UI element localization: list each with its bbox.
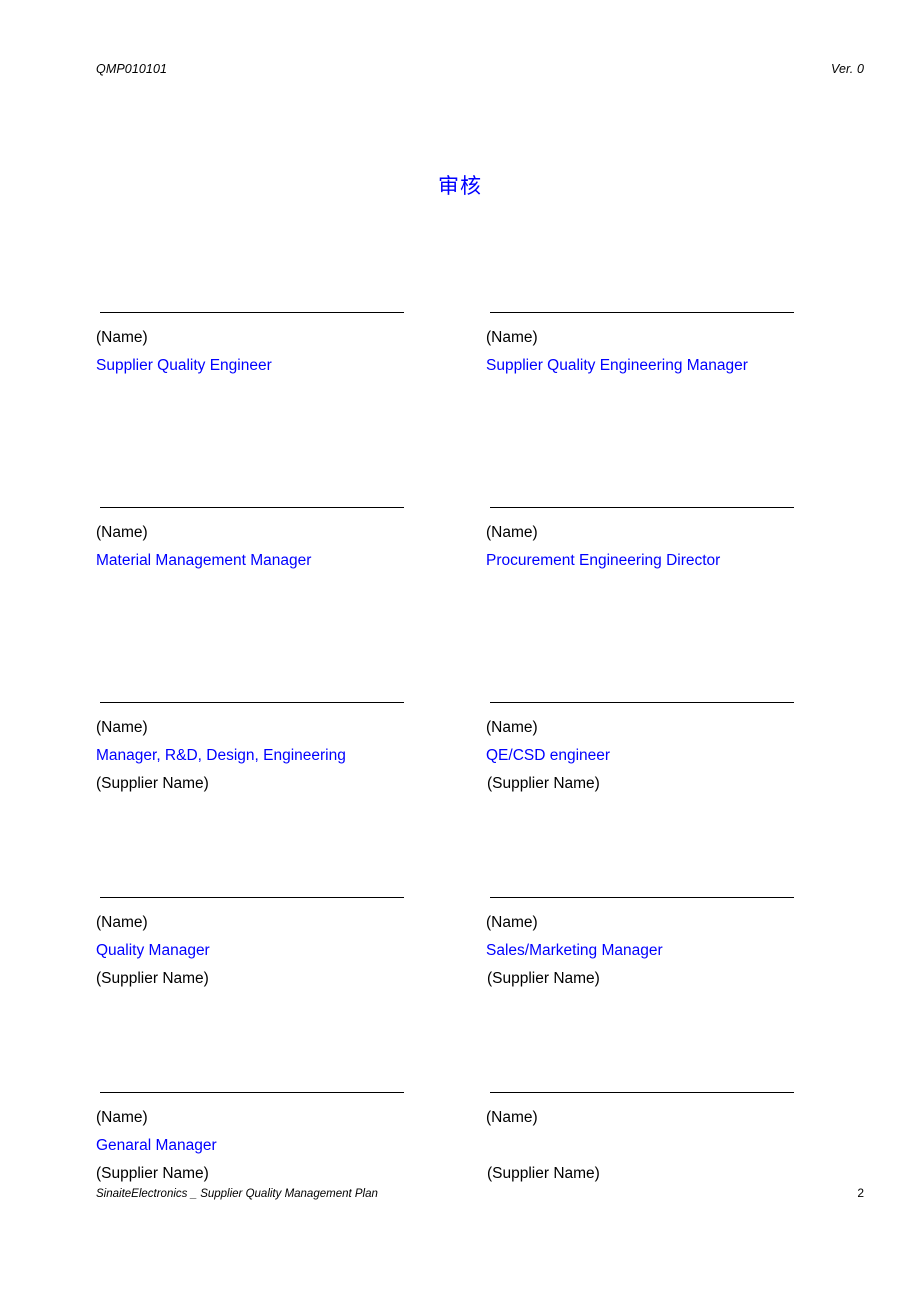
signature-line — [490, 1092, 794, 1093]
document-header: QMP010101 Ver. 0 — [96, 62, 864, 76]
signature-supplier-label: (Supplier Name) — [96, 775, 209, 792]
document-version: Ver. 0 — [830, 62, 864, 76]
signature-role-label: Material Management Manager — [96, 552, 312, 569]
signature-role-label: Genaral Manager — [96, 1137, 217, 1154]
signature-line — [100, 312, 404, 313]
signature-line — [490, 312, 794, 313]
signature-name-label: (Name) — [486, 1109, 538, 1126]
signature-name-label: (Name) — [96, 1109, 148, 1126]
signature-role-label: Quality Manager — [96, 942, 210, 959]
document-footer: SinaiteElectronics _ Supplier Quality Ma… — [96, 1186, 864, 1200]
signature-name-label: (Name) — [486, 719, 538, 736]
signature-role-label: Supplier Quality Engineer — [96, 357, 272, 374]
signature-supplier-label: (Supplier Name) — [487, 970, 600, 987]
signature-line — [100, 507, 404, 508]
signature-name-label: (Name) — [486, 524, 538, 541]
page-number: 2 — [857, 1186, 864, 1200]
signature-role-label: Sales/Marketing Manager — [486, 942, 663, 959]
signature-supplier-label: (Supplier Name) — [96, 1165, 209, 1182]
signature-line — [490, 702, 794, 703]
signature-name-label: (Name) — [96, 329, 148, 346]
signature-role-label: Procurement Engineering Director — [486, 552, 721, 569]
signature-supplier-label: (Supplier Name) — [487, 775, 600, 792]
signature-line — [490, 507, 794, 508]
signature-name-label: (Name) — [96, 914, 148, 931]
signature-role-label: Manager, R&D, Design, Engineering — [96, 747, 346, 764]
signature-role-label: Supplier Quality Engineering Manager — [486, 357, 748, 374]
signature-line — [100, 702, 404, 703]
document-code: QMP010101 — [96, 62, 168, 76]
signature-line — [100, 1092, 404, 1093]
document-page: QMP010101 Ver. 0 审核 (Name) Supplier Quali… — [0, 0, 920, 1302]
signature-line — [490, 897, 794, 898]
page-title: 审核 — [438, 175, 482, 198]
signature-supplier-label: (Supplier Name) — [487, 1165, 600, 1182]
signature-name-label: (Name) — [96, 524, 148, 541]
signature-name-label: (Name) — [96, 719, 148, 736]
signature-name-label: (Name) — [486, 914, 538, 931]
signature-line — [100, 897, 404, 898]
footer-text: SinaiteElectronics _ Supplier Quality Ma… — [96, 1188, 378, 1200]
signature-name-label: (Name) — [486, 329, 538, 346]
signature-supplier-label: (Supplier Name) — [96, 970, 209, 987]
signature-role-label: QE/CSD engineer — [486, 747, 611, 764]
